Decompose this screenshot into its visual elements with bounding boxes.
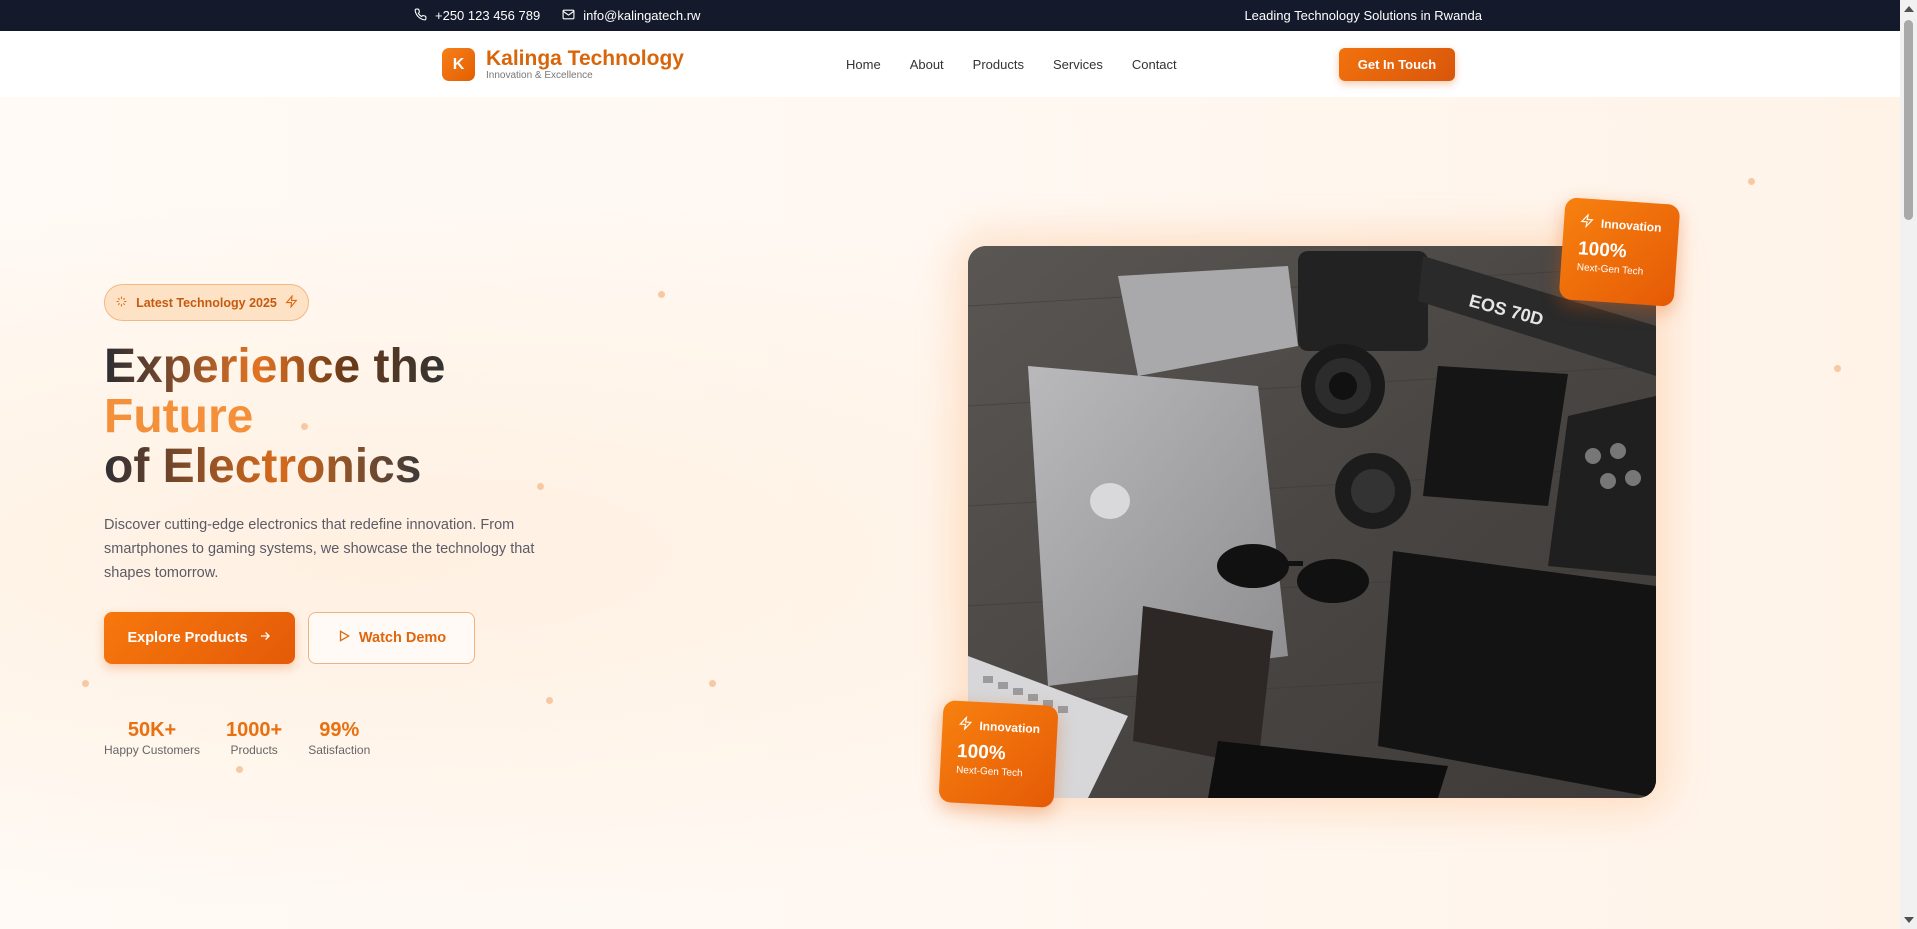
stat-value: 1000+ — [226, 719, 283, 741]
headline-line-3: of Electronics — [104, 440, 422, 493]
card-title: Innovation — [979, 718, 1041, 736]
email-contact[interactable]: info@kalingatech.rw — [562, 8, 700, 24]
topbar-tagline: Leading Technology Solutions in Rwanda — [1244, 8, 1482, 23]
card-value: 100% — [1577, 238, 1628, 263]
phone-contact[interactable]: +250 123 456 789 — [414, 8, 540, 24]
watch-demo-button[interactable]: Watch Demo — [308, 612, 475, 664]
hero-stats: 50K+ Happy Customers 1000+ Products 99% … — [104, 719, 370, 757]
stat-value: 50K+ — [127, 719, 177, 741]
decor-dot — [1748, 178, 1755, 185]
page-scrollbar[interactable] — [1900, 0, 1917, 929]
nav-item-products[interactable]: Products — [973, 57, 1024, 72]
explore-products-label: Explore Products — [127, 630, 248, 646]
stat-products: 1000+ Products — [226, 719, 282, 757]
phone-icon — [414, 8, 427, 24]
decor-dot — [709, 680, 716, 687]
decor-dot — [236, 766, 243, 773]
mail-icon — [562, 8, 575, 24]
stat-value: 99% — [319, 719, 360, 741]
logo-text: Kalinga Technology Innovation & Excellen… — [486, 47, 684, 82]
scroll-up-arrow[interactable] — [1904, 6, 1914, 12]
scroll-down-arrow[interactable] — [1904, 917, 1914, 923]
lightning-icon — [958, 715, 973, 734]
top-bar: +250 123 456 789 info@kalingatech.rw Lea… — [0, 0, 1900, 31]
electronics-flatlay-image: EOS 70D — [968, 246, 1656, 798]
decor-dot — [546, 697, 553, 704]
hero-section: Latest Technology 2025 Experience the Fu… — [0, 97, 1900, 929]
phone-number: +250 123 456 789 — [435, 8, 541, 23]
headline-line-2: Future — [104, 390, 254, 443]
decor-dot — [658, 291, 665, 298]
brand-name: Kalinga Technology — [486, 47, 684, 70]
logo-mark: K — [442, 48, 475, 81]
sparkle-icon — [115, 295, 128, 311]
nav-item-home[interactable]: Home — [846, 57, 881, 72]
stat-customers: 50K+ Happy Customers — [104, 719, 200, 757]
nav-item-services[interactable]: Services — [1053, 57, 1103, 72]
lightning-icon — [1579, 213, 1594, 231]
innovation-card-top: Innovation 100% Next-Gen Tech — [1558, 197, 1681, 307]
brand-subtitle: Innovation & Excellence — [486, 70, 593, 81]
card-header: Innovation — [958, 715, 1042, 737]
explore-products-button[interactable]: Explore Products — [104, 612, 295, 664]
innovation-card-bottom: Innovation 100% Next-Gen Tech — [938, 700, 1059, 808]
contact-info: +250 123 456 789 info@kalingatech.rw — [414, 0, 700, 31]
hero-description: Discover cutting-edge electronics that r… — [104, 517, 535, 581]
watch-demo-label: Watch Demo — [358, 630, 447, 646]
card-title: Innovation — [1600, 216, 1662, 235]
hero-photo: EOS 70D — [968, 246, 1656, 798]
card-value: 100% — [956, 740, 1007, 765]
headline-line-1: Experience the — [104, 340, 446, 393]
play-icon — [337, 629, 351, 647]
stat-label: Happy Customers — [104, 743, 201, 757]
stat-label: Products — [230, 743, 278, 757]
lightning-icon — [285, 293, 298, 311]
badge-label: Latest Technology 2025 — [136, 295, 277, 310]
stat-label: Satisfaction — [308, 743, 371, 757]
get-in-touch-button[interactable]: Get In Touch — [1339, 48, 1455, 81]
stat-satisfaction: 99% Satisfaction — [308, 719, 370, 757]
nav-menu: Home About Products Services Contact — [846, 31, 1177, 97]
latest-tech-badge: Latest Technology 2025 — [104, 284, 309, 321]
card-header: Innovation — [1579, 213, 1663, 236]
brand-logo[interactable]: K Kalinga Technology Innovation & Excell… — [442, 48, 684, 81]
decor-dot — [537, 483, 544, 490]
nav-item-about[interactable]: About — [910, 57, 944, 72]
decor-dot — [1834, 365, 1841, 372]
decor-dot — [82, 680, 89, 687]
scrollbar-thumb[interactable] — [1904, 20, 1913, 220]
nav-item-contact[interactable]: Contact — [1132, 57, 1177, 72]
email-address: info@kalingatech.rw — [583, 8, 701, 23]
card-caption: Next-Gen Tech — [955, 764, 1023, 780]
main-nav: K Kalinga Technology Innovation & Excell… — [0, 31, 1900, 97]
arrow-right-icon — [258, 629, 272, 647]
hero-headline: Experience the Future of Electronics — [104, 342, 445, 492]
